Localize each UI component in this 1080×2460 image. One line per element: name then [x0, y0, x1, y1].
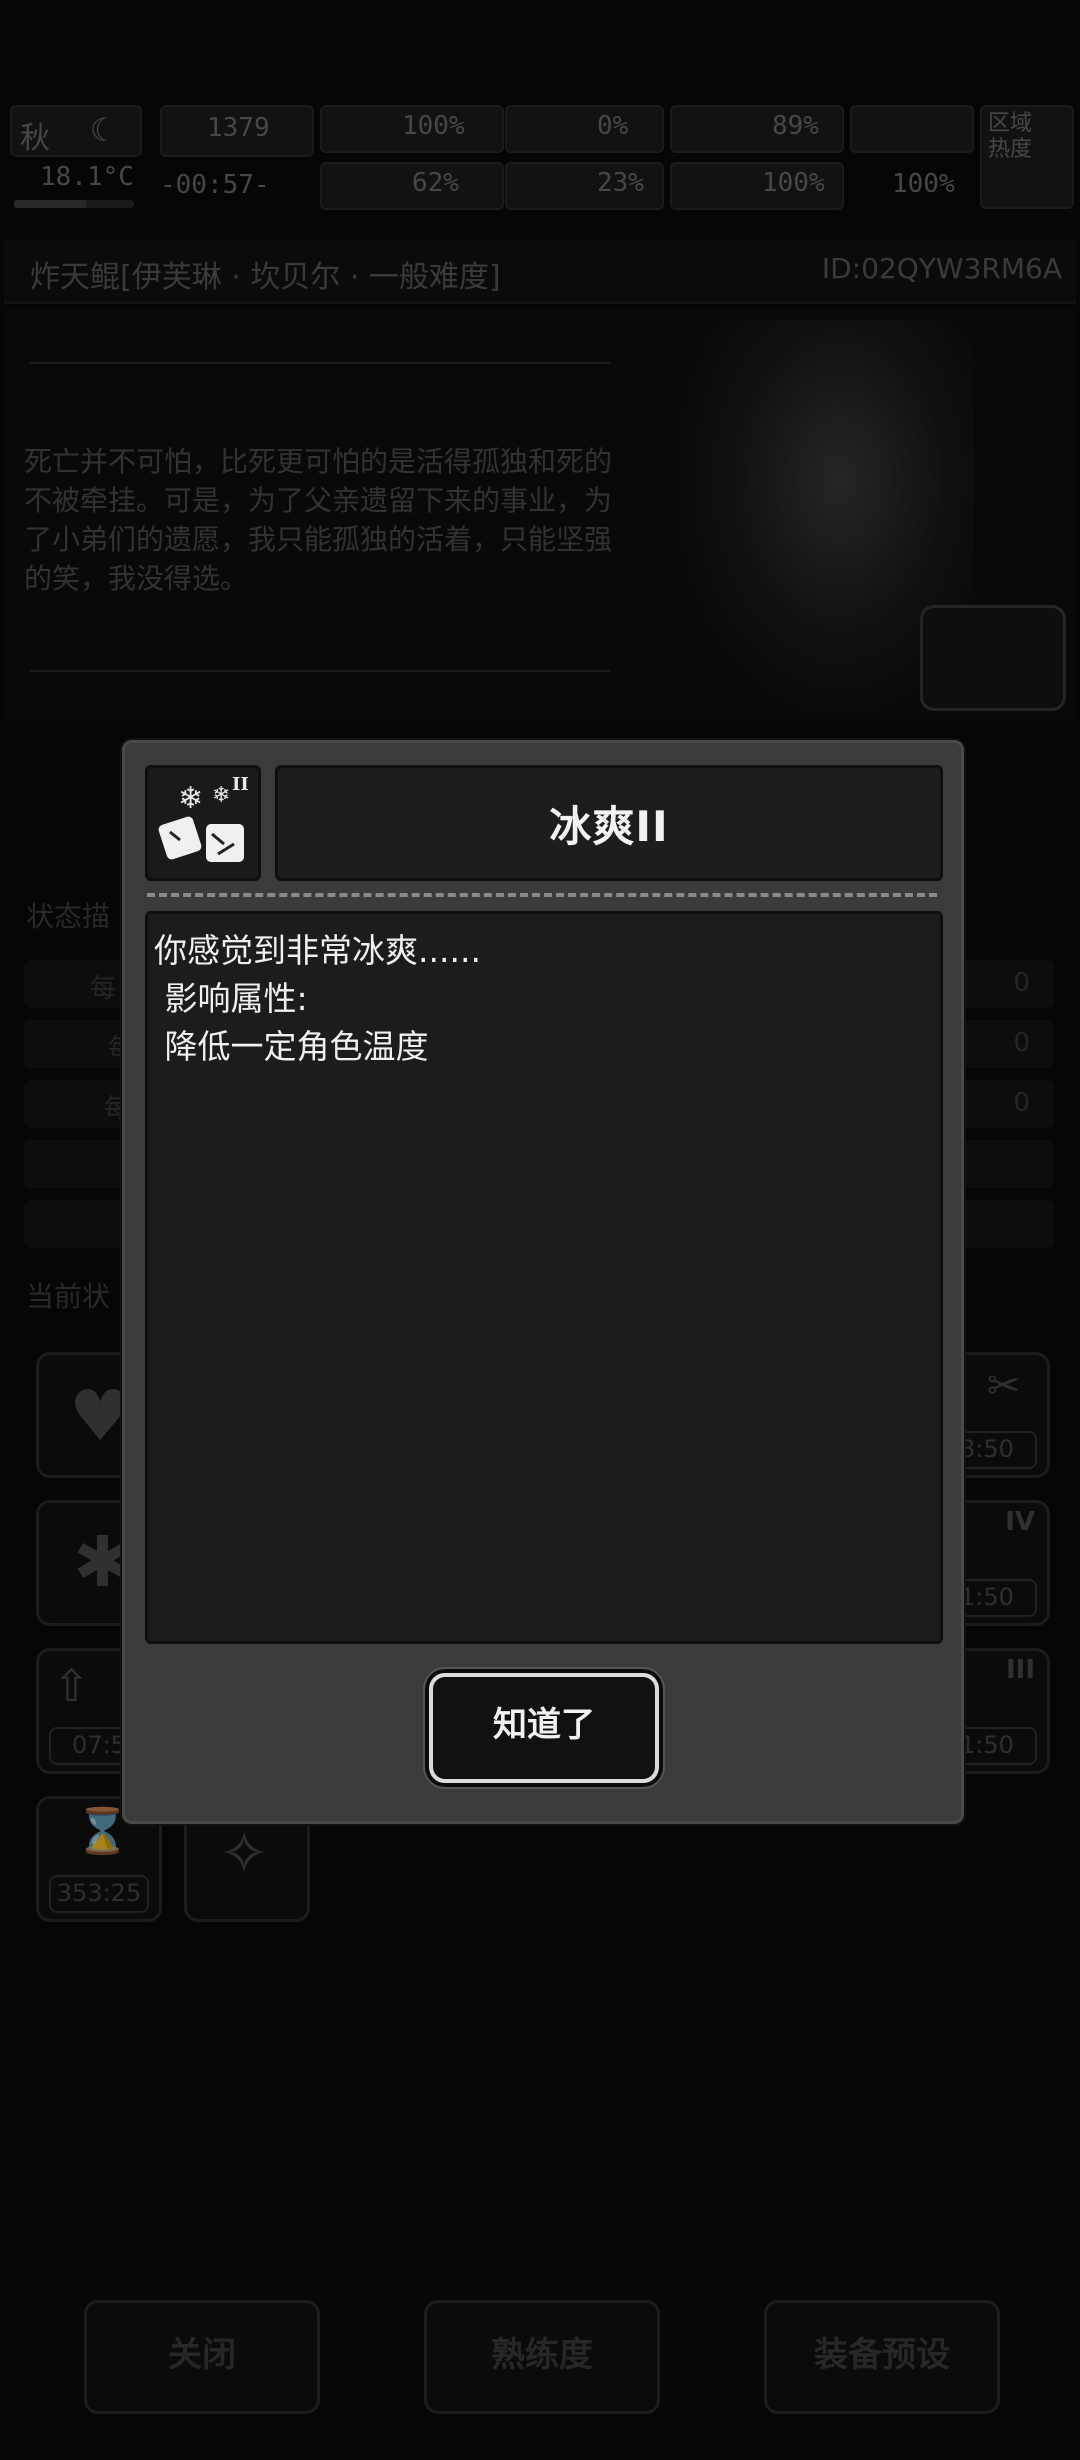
- ice-cube-icon: ❄ ❄ II: [158, 774, 249, 862]
- icon-level: II: [232, 774, 249, 795]
- svg-text:❄: ❄: [212, 783, 230, 808]
- status-title: 冰爽II: [549, 801, 669, 851]
- acknowledge-button[interactable]: 知道了: [429, 1673, 659, 1783]
- status-description-box: 你感觉到非常冰爽...... 影响属性: 降低一定角色温度: [145, 911, 943, 1644]
- status-icon-box: ❄ ❄ II: [145, 765, 261, 881]
- status-detail-dialog: ❄ ❄ II 冰爽II 你感觉到非常冰爽...... 影响属性: 降低一定角色温…: [122, 740, 964, 1824]
- svg-text:❄: ❄: [178, 781, 203, 816]
- description-line: 你感觉到非常冰爽......: [154, 931, 481, 970]
- status-title-box: 冰爽II: [275, 765, 943, 881]
- description-line: 降低一定角色温度: [154, 1027, 429, 1066]
- description-line: 影响属性:: [154, 979, 308, 1018]
- dashed-divider: [147, 893, 937, 897]
